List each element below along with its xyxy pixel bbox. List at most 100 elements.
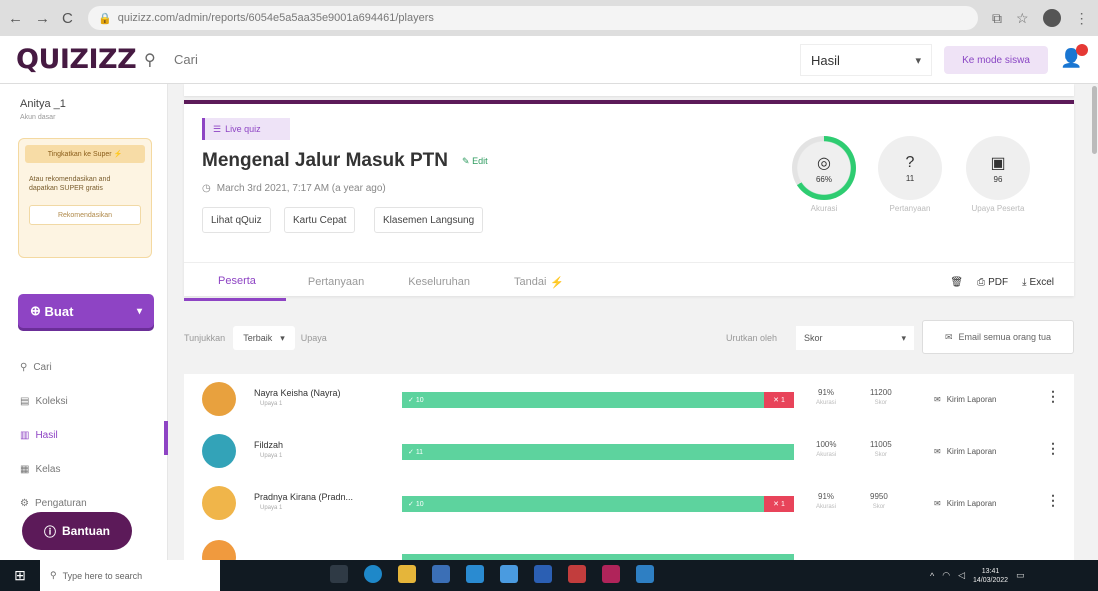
tab-questions[interactable]: Pertanyaan [286,263,386,301]
extension-icon[interactable]: ⧉ [992,10,1002,27]
lightning-icon: ⚡ [113,151,123,158]
report-tabs: Peserta Pertanyaan Keseluruhan Tandai ⚡ 🗑… [184,262,1074,301]
send-report-button[interactable]: ✉ Kirim Laporan [928,440,1032,462]
scrollbar-thumb[interactable] [1092,86,1097,154]
search-icon: ⚲ [20,362,28,373]
show-select[interactable]: Terbaik ▾ [233,326,295,350]
app-icon[interactable] [636,565,654,583]
email-parents-button[interactable]: ✉ Email semua orang tua [922,320,1074,354]
search-icon: ⚲ [50,570,57,580]
upgrade-button[interactable]: Tingkatkan ke Super ⚡ [25,145,145,163]
create-button[interactable]: ⊕ Buat ▾ [18,294,154,328]
table-row[interactable]: Nayra Keisha (Nayra) Upaya 1 ✓ 10 ✕ 1 91… [184,374,1074,424]
edit-link[interactable]: ✎ Edit [462,156,488,167]
questions-value: 11 [905,173,915,183]
recommend-button[interactable]: Rekomendasikan [29,205,141,225]
mail-app-icon[interactable] [466,565,484,583]
quiz-card: ☰ Live quiz Mengenal Jalur Masuk PTN ✎ Ed… [184,100,1074,301]
address-text: quizizz.com/admin/reports/6054e5a5aa35e9… [117,12,434,24]
user-icon[interactable]: 👤 [1060,44,1088,70]
sidebar-item-classes[interactable]: ▦ Kelas [20,464,60,475]
more-options-icon[interactable]: ⋮ [1046,440,1060,457]
forward-icon[interactable]: → [35,10,50,27]
chevron-down-icon: ▾ [280,332,285,343]
table-row[interactable]: Fildzah Upaya 1 ✓ 11 100% Akurasi 11005 Sk… [184,426,1074,476]
clock[interactable]: 13:41 14/03/2022 [973,567,1008,585]
reload-icon[interactable]: C [62,10,73,27]
player-score: 9950 Skor [870,492,888,510]
view-quiz-link[interactable]: Lihat qQuiz [202,207,271,233]
attempt-label: Upaya [300,333,327,343]
back-icon[interactable]: ← [8,10,23,27]
powerpoint-icon[interactable] [568,565,586,583]
player-attempt: Upaya 1 [260,505,283,511]
tab-participants[interactable]: Peserta [184,263,286,301]
browser-chrome: ← → C 🔒 quizizz.com/admin/reports/6054e5… [0,0,1098,36]
pdf-button[interactable]: ⎙ PDF [977,277,1008,288]
live-icon: ☰ [213,123,222,134]
word-icon[interactable] [534,565,552,583]
table-row[interactable] [184,532,1074,560]
mail-icon: ✉ [934,498,941,508]
tab-overview[interactable]: Keseluruhan [386,263,492,301]
access-icon[interactable] [602,565,620,583]
app-header: QUIZIZZ ⚲ Hasil ▾ Ke mode siswa 👤 [0,36,1098,84]
send-report-button[interactable]: ✉ Kirim Laporan [928,492,1032,514]
create-label: Buat [44,303,74,319]
quizizz-logo[interactable]: QUIZIZZ [0,44,144,75]
collection-icon: ▤ [20,396,30,407]
header-select[interactable]: Hasil ▾ [800,44,932,76]
wrong-count: ✕ 1 [764,496,794,512]
table-row[interactable]: Pradnya Kirana (Pradn... Upaya 1 ✓ 10 ✕ … [184,478,1074,528]
mail-icon: ✉ [944,331,953,342]
attempts-value: 96 [993,174,1003,184]
kebab-menu-icon[interactable]: ⋮ [1075,10,1089,27]
tab-flag[interactable]: Tandai ⚡ [492,263,586,301]
trash-icon[interactable]: 🗑 [950,277,963,288]
download-icon: ⤓ [1022,276,1027,288]
notification-icon[interactable]: ▭ [1016,570,1025,581]
sidebar-item-results[interactable]: ▥ Hasil [20,430,58,441]
search-icon: ⚲ [144,51,156,69]
more-options-icon[interactable]: ⋮ [1046,388,1060,405]
address-bar[interactable]: 🔒 quizizz.com/admin/reports/6054e5a5aa35… [88,6,978,30]
edge-icon[interactable] [364,565,382,583]
store-icon[interactable] [432,565,450,583]
system-tray: ^ ◠ ◁ 13:41 14/03/2022 ▭ [930,560,1025,591]
main-content: ☰ Live quiz Mengenal Jalur Masuk PTN ✎ Ed… [168,84,1098,560]
avatar [202,382,236,416]
help-button[interactable]: ⓘ Bantuan [22,512,132,550]
wifi-icon[interactable]: ◠ [942,570,950,581]
browser-nav: ← → C [8,10,88,27]
lock-icon: 🔒 [98,12,112,25]
attempts-ring: ▣ 96 [966,136,1030,200]
bookmark-star-icon[interactable]: ☆ [1016,10,1029,27]
sidebar-item-settings[interactable]: ⚙ Pengaturan [20,498,87,509]
profile-avatar[interactable] [1042,9,1061,27]
student-mode-button[interactable]: Ke mode siswa [944,46,1048,74]
sort-select[interactable]: Skor ▾ [796,326,914,350]
live-leaderboard-link[interactable]: Klasemen Langsung [374,207,484,233]
lightning-icon: ⚡ [550,276,565,289]
score-bar: ✓ 11 [402,444,794,460]
taskbar-search[interactable]: ⚲ Type here to search [40,560,220,591]
excel-button[interactable]: ⤓ Excel [1022,277,1054,288]
flashcards-link[interactable]: Kartu Cepat [284,207,356,233]
target-icon: ◎ [817,154,831,172]
photos-icon[interactable] [500,565,518,583]
send-report-button[interactable]: ✉ Kirim Laporan [928,388,1032,410]
file-explorer-icon[interactable] [398,565,416,583]
windows-start-icon[interactable]: ⊞ [0,567,40,584]
upgrade-box: Tingkatkan ke Super ⚡ Atau rekomendasika… [18,138,152,258]
search-input[interactable] [174,52,774,67]
accuracy-value: 66% [815,174,832,184]
sidebar-item-collection[interactable]: ▤ Koleksi [20,396,68,407]
player-accuracy: 100% Akurasi [816,440,837,458]
tray-chevron-icon[interactable]: ^ [930,571,934,581]
gear-icon: ⚙ [20,498,29,509]
taskbar-apps [330,565,654,583]
task-view-icon[interactable] [330,565,348,583]
volume-icon[interactable]: ◁ [958,570,965,581]
sidebar-item-search[interactable]: ⚲ Cari [20,362,52,373]
more-options-icon[interactable]: ⋮ [1046,492,1060,509]
